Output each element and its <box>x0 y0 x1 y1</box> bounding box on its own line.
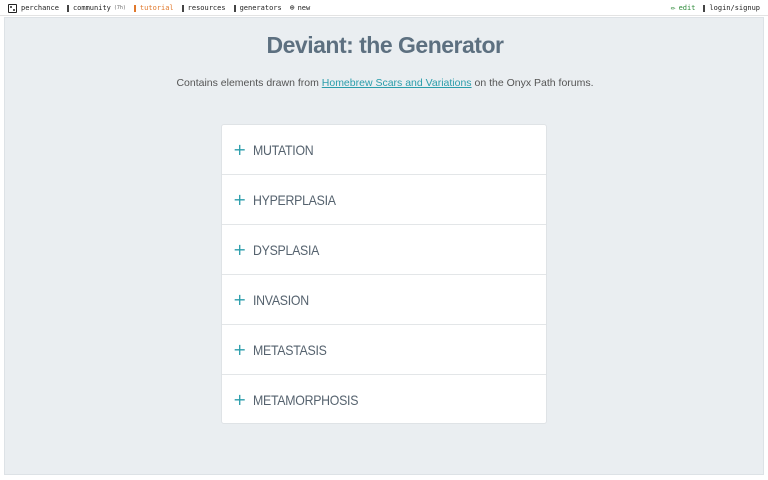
page-title: Deviant: the Generator <box>266 32 504 58</box>
accordion-item-label: METAMORPHOSIS <box>253 392 359 408</box>
nav-community-link[interactable]: community (7h) <box>66 4 126 12</box>
nav-edit-label: edit <box>678 4 696 12</box>
accordion-item-label: INVASION <box>253 291 309 308</box>
nav-new-label: new <box>297 4 311 12</box>
section-accordion: + MUTATION + HYPERPLASIA + DYSPLASIA + I… <box>221 124 547 424</box>
nav-brand-link[interactable]: perchance <box>8 3 59 13</box>
accordion-item-label: METASTASIS <box>253 341 327 358</box>
expand-plus-icon: + <box>233 239 247 259</box>
expand-plus-icon: + <box>233 390 247 409</box>
accordion-item-invasion[interactable]: + INVASION <box>222 275 546 325</box>
expand-plus-icon: + <box>233 339 247 359</box>
nav-right-group: ✏ edit login/signup <box>663 0 760 16</box>
nav-resources-link[interactable]: resources <box>181 4 226 12</box>
book-icon <box>133 4 136 12</box>
user-icon <box>703 4 706 12</box>
accordion-item-label: MUTATION <box>253 141 314 158</box>
accordion-item-label: HYPERPLASIA <box>253 191 336 208</box>
nav-edit-link[interactable]: ✏ edit <box>670 3 696 13</box>
expand-plus-icon: + <box>233 139 247 159</box>
top-nav-bar: perchance community (7h) tutorial resour… <box>0 0 768 16</box>
pencil-icon: ✏ <box>670 3 676 12</box>
subtitle-suffix: on the Onyx Path forums. <box>474 77 594 89</box>
accordion-item-label: DYSPLASIA <box>253 241 320 258</box>
generators-icon <box>233 4 236 12</box>
nav-login-label: login/signup <box>709 4 760 12</box>
nav-left-group: perchance community (7h) tutorial resour… <box>8 0 318 16</box>
expand-plus-icon: + <box>233 189 247 209</box>
nav-generators-label: generators <box>239 4 282 12</box>
nav-generators-link[interactable]: generators <box>233 4 282 12</box>
nav-community-label: community <box>72 4 111 12</box>
nav-brand-label: perchance <box>21 4 59 12</box>
accordion-item-hyperplasia[interactable]: + HYPERPLASIA <box>222 175 546 225</box>
resources-icon <box>181 4 184 12</box>
nav-tutorial-label: tutorial <box>139 4 174 12</box>
nav-tutorial-link[interactable]: tutorial <box>133 4 174 12</box>
nav-resources-label: resources <box>187 4 226 12</box>
accordion-item-mutation[interactable]: + MUTATION <box>222 125 546 175</box>
accordion-item-metastasis[interactable]: + METASTASIS <box>222 325 546 375</box>
nav-new-link[interactable]: ⊕ new <box>289 3 311 13</box>
page-subtitle: Contains elements drawn from Homebrew Sc… <box>5 77 765 89</box>
accordion-item-metamorphosis[interactable]: + METAMORPHOSIS <box>222 375 546 425</box>
nav-login-link[interactable]: login/signup <box>703 4 760 12</box>
subtitle-prefix: Contains elements drawn from <box>176 77 319 89</box>
nav-community-count: (7h) <box>113 5 126 11</box>
generator-panel: Deviant: the Generator Contains elements… <box>4 17 764 475</box>
homebrew-link[interactable]: Homebrew Scars and Variations <box>322 77 472 89</box>
chat-icon <box>66 4 69 12</box>
dice-icon <box>8 3 17 13</box>
plus-circle-icon: ⊕ <box>289 3 295 12</box>
expand-plus-icon: + <box>233 289 247 309</box>
accordion-item-dysplasia[interactable]: + DYSPLASIA <box>222 225 546 275</box>
